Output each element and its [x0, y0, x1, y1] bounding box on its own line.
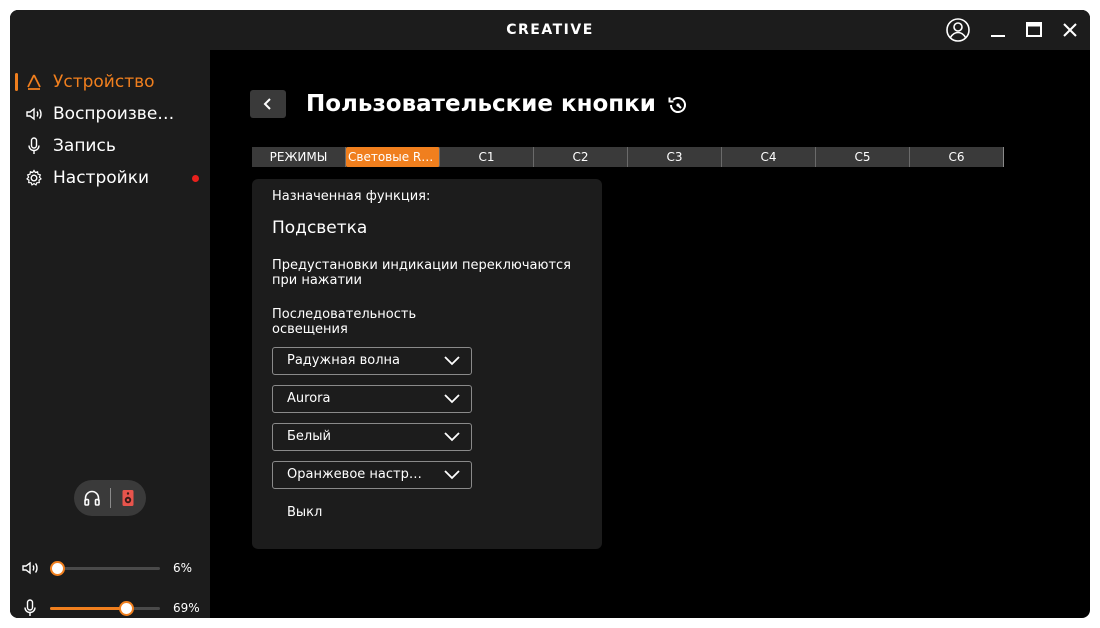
record-volume-value: 69%: [173, 601, 200, 615]
lighting-off-option[interactable]: Выкл: [287, 505, 322, 521]
device-icon: [24, 72, 44, 92]
tab-c3[interactable]: C3: [628, 147, 722, 167]
record-volume-slider[interactable]: 69%: [10, 596, 210, 618]
tab-c4[interactable]: C4: [722, 147, 816, 167]
tab-bar: РЕЖИМЫ Световые RGB C1 C2 C3 C4 C5 C6: [252, 147, 1004, 167]
dropdown-value: Радужная волна: [287, 353, 401, 368]
chevron-down-icon: [443, 354, 461, 368]
sidebar-item-label: Запись: [53, 136, 116, 156]
sidebar-item-playback[interactable]: Воспроизведение: [10, 99, 210, 129]
output-toggle[interactable]: [74, 480, 146, 516]
chevron-down-icon: [443, 430, 461, 444]
chevron-left-icon: [263, 98, 271, 110]
tab-c2[interactable]: C2: [534, 147, 628, 167]
tab-c6[interactable]: C6: [910, 147, 1004, 167]
slider-track[interactable]: [50, 601, 160, 616]
tab-rgb-lighting[interactable]: Световые RGB: [346, 147, 440, 167]
tab-modes[interactable]: РЕЖИМЫ: [252, 147, 346, 167]
slider-knob[interactable]: [49, 561, 65, 576]
sidebar-item-recording[interactable]: Запись: [10, 131, 210, 161]
function-description: Предустановки индикации переключаются пр…: [272, 258, 572, 288]
user-account-icon[interactable]: [944, 16, 972, 44]
page-title: Пользовательские кнопки: [306, 91, 656, 117]
playback-volume-slider[interactable]: 6%: [10, 556, 210, 580]
speaker-icon: [24, 104, 44, 124]
toggle-divider: [110, 488, 111, 508]
creative-logo: CREATIVE: [506, 22, 594, 38]
active-indicator: [15, 73, 18, 91]
close-icon[interactable]: [1056, 16, 1084, 44]
tab-c5[interactable]: C5: [816, 147, 910, 167]
title-bar: CREATIVE: [10, 10, 1090, 50]
speaker-box-icon[interactable]: [118, 488, 138, 508]
sidebar-item-device[interactable]: Устройство: [10, 67, 210, 97]
speaker-icon: [20, 558, 40, 578]
back-button[interactable]: [250, 90, 286, 118]
dropdown-value: Оранжевое настроение: [287, 467, 427, 482]
reset-icon[interactable]: [666, 93, 690, 117]
sidebar: Устройство Воспроизведение Запись Настро…: [10, 50, 210, 618]
headphones-icon[interactable]: [82, 488, 102, 508]
sidebar-item-label: Воспроизведение: [53, 104, 183, 124]
minimize-icon[interactable]: [984, 16, 1012, 44]
lighting-preset-dropdown-3[interactable]: Белый: [272, 423, 472, 451]
notification-dot: [192, 175, 199, 182]
microphone-icon: [20, 598, 40, 618]
chevron-down-icon: [443, 392, 461, 406]
app-window: CREATIVE Устройство Воспроизведение: [10, 10, 1090, 618]
assigned-function-label: Назначенная функция:: [272, 189, 431, 204]
sidebar-item-label: Настройки: [53, 168, 150, 188]
slider-knob[interactable]: [118, 601, 134, 616]
lighting-preset-dropdown-4[interactable]: Оранжевое настроение: [272, 461, 472, 489]
microphone-icon: [24, 136, 44, 156]
lighting-preset-dropdown-1[interactable]: Радужная волна: [272, 347, 472, 375]
assignment-panel: Назначенная функция: Подсветка Предустан…: [252, 179, 602, 549]
assigned-function-value: Подсветка: [272, 218, 368, 238]
slider-fill: [50, 607, 126, 610]
gear-icon: [24, 168, 44, 188]
slider-track[interactable]: [49, 561, 160, 576]
chevron-down-icon: [443, 468, 461, 482]
lighting-sequence-label: Последовательность освещения: [272, 307, 417, 337]
tab-c1[interactable]: C1: [440, 147, 534, 167]
dropdown-value: Белый: [287, 429, 331, 444]
playback-volume-value: 6%: [173, 561, 193, 575]
lighting-preset-dropdown-2[interactable]: Aurora: [272, 385, 472, 413]
sidebar-item-settings[interactable]: Настройки: [10, 163, 210, 193]
sidebar-item-label: Устройство: [53, 72, 155, 92]
dropdown-value: Aurora: [287, 391, 331, 406]
maximize-icon[interactable]: [1020, 16, 1048, 44]
